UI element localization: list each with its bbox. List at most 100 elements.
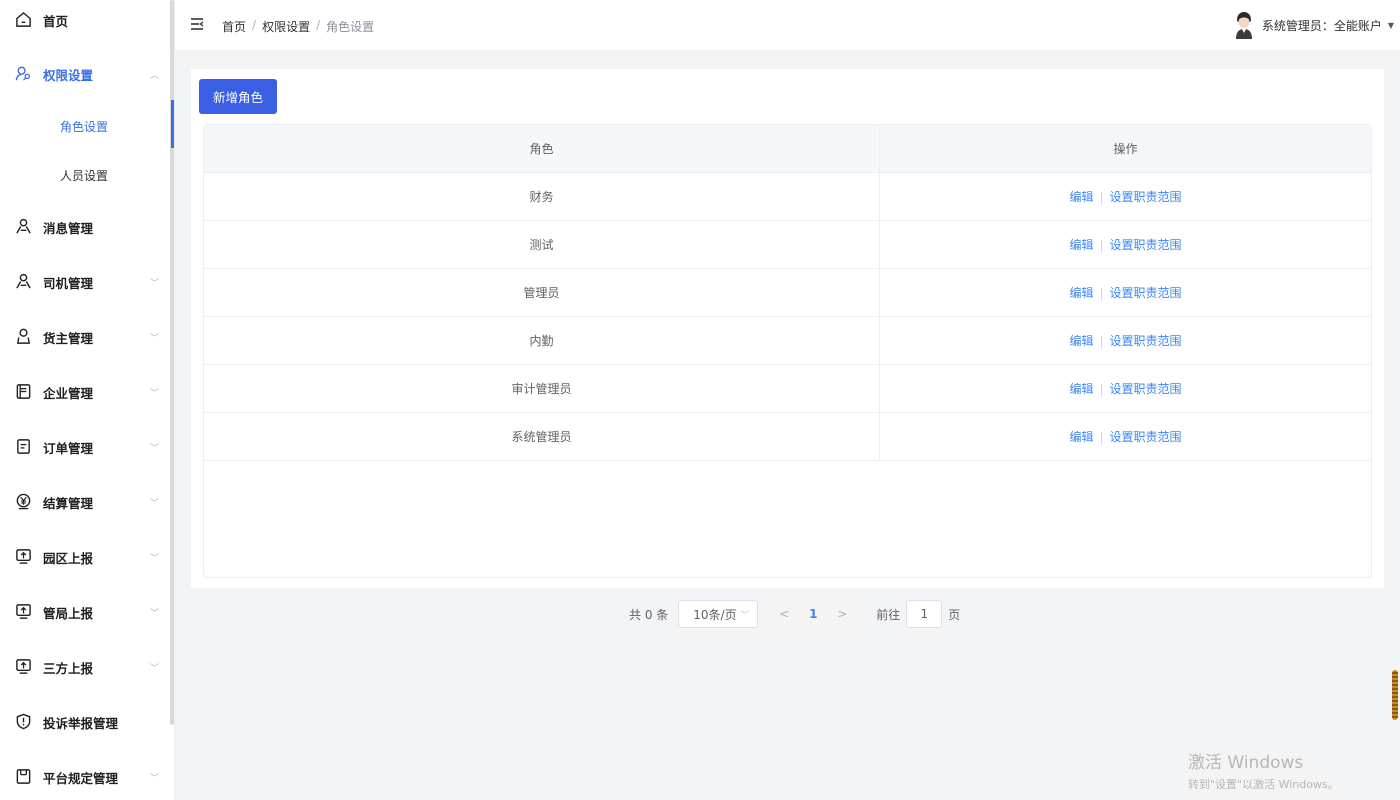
home-icon: [14, 10, 32, 28]
sidebar-item-label: 平台规定管理: [43, 770, 119, 786]
sidebar-item-settlement[interactable]: 结算管理 ﹀: [0, 482, 170, 522]
edit-link[interactable]: 编辑: [1069, 332, 1093, 349]
building-icon: [14, 382, 32, 400]
actions-cell: 编辑 | 设置职责范围: [880, 413, 1371, 460]
role-name-cell: 审计管理员: [204, 365, 880, 412]
edit-link[interactable]: 编辑: [1069, 236, 1093, 253]
pagination: 共 0 条 10条/页 ﹀ < 1 > 前往 页: [629, 600, 960, 628]
edit-link[interactable]: 编辑: [1069, 188, 1093, 205]
actions-cell: 编辑 | 设置职责范围: [880, 365, 1371, 412]
sidebar-item-messages[interactable]: 消息管理: [0, 207, 170, 247]
chevron-down-icon: ﹀: [150, 773, 160, 784]
breadcrumb-separator: /: [252, 18, 257, 32]
sidebar-subitem-label: 角色设置: [60, 120, 109, 134]
goto-page-input[interactable]: [906, 600, 943, 628]
users-icon: [14, 217, 32, 235]
chevron-down-icon: ﹀: [150, 278, 160, 289]
sidebar-item-shippers[interactable]: 货主管理 ﹀: [0, 317, 170, 357]
sidebar-item-drivers[interactable]: 司机管理 ﹀: [0, 262, 170, 302]
chevron-down-icon: ﹀: [150, 498, 160, 509]
sidebar-item-label: 消息管理: [43, 220, 94, 236]
sidebar-item-home[interactable]: 首页: [0, 0, 170, 40]
sidebar-item-permissions[interactable]: 权限设置 ︿: [0, 54, 170, 94]
sidebar-item-enterprise[interactable]: 企业管理 ﹀: [0, 372, 170, 412]
breadcrumb-permissions[interactable]: 权限设置: [262, 18, 310, 35]
chevron-down-icon: ﹀: [740, 610, 750, 621]
user-key-icon: [14, 64, 32, 82]
action-separator: |: [1099, 381, 1104, 396]
menu-toggle-icon[interactable]: [190, 17, 204, 31]
table-header-row: 角色 操作: [204, 125, 1371, 173]
sidebar-item-label: 货主管理: [43, 330, 94, 346]
role-name-cell: 财务: [204, 173, 880, 220]
page-size-select[interactable]: 10条/页 ﹀: [678, 600, 759, 628]
chevron-down-icon: ﹀: [150, 553, 160, 564]
roles-table: 角色 操作 财务 编辑 | 设置职责范围 测试 编辑 | 设置职责范围 管理员 …: [203, 124, 1372, 578]
next-page-button[interactable]: >: [828, 600, 857, 628]
sidebar-item-platform-rules[interactable]: 平台规定管理 ﹀: [0, 757, 170, 797]
user-menu[interactable]: 系统管理员：全能账户 ▼: [1233, 11, 1394, 39]
upload-icon: [14, 547, 32, 565]
set-scope-link[interactable]: 设置职责范围: [1110, 236, 1182, 253]
action-separator: |: [1099, 237, 1104, 252]
sidebar-item-label: 园区上报: [43, 550, 94, 566]
set-scope-link[interactable]: 设置职责范围: [1110, 428, 1182, 445]
sidebar-item-third-party-report[interactable]: 三方上报 ﹀: [0, 647, 170, 687]
sidebar-subitem-staff[interactable]: 人员设置: [0, 155, 170, 195]
add-role-button[interactable]: 新增角色: [199, 79, 277, 114]
sidebar-item-bureau-report[interactable]: 管局上报 ﹀: [0, 592, 170, 632]
role-name-cell: 系统管理员: [204, 413, 880, 460]
chevron-down-icon: ﹀: [150, 388, 160, 399]
set-scope-link[interactable]: 设置职责范围: [1110, 188, 1182, 205]
action-separator: |: [1099, 429, 1104, 444]
document-icon: [14, 437, 32, 455]
table-row: 管理员 编辑 | 设置职责范围: [204, 269, 1371, 317]
column-header-role: 角色: [204, 125, 880, 172]
page-label: 页: [948, 607, 961, 622]
page-size-value: 10条/页: [693, 607, 737, 622]
column-header-actions: 操作: [1113, 142, 1138, 156]
breadcrumb: 首页 / 权限设置 / 角色设置: [222, 18, 374, 35]
table-row: 内勤 编辑 | 设置职责范围: [204, 317, 1371, 365]
sidebar-item-complaints[interactable]: 投诉举报管理: [0, 702, 170, 742]
actions-cell: 编辑 | 设置职责范围: [880, 221, 1371, 268]
shield-icon: [14, 712, 32, 730]
yen-icon: [14, 492, 32, 510]
sidebar-subitem-label: 人员设置: [60, 169, 109, 183]
avatar: [1233, 11, 1255, 39]
sidebar-subitem-roles[interactable]: 角色设置: [0, 106, 170, 146]
sidebar-item-label: 司机管理: [43, 275, 94, 291]
window-scrollbar[interactable]: [1392, 670, 1398, 720]
breadcrumb-home[interactable]: 首页: [222, 18, 246, 35]
edit-link[interactable]: 编辑: [1069, 380, 1093, 397]
set-scope-link[interactable]: 设置职责范围: [1110, 332, 1182, 349]
windows-activation-watermark: 激活 Windows 转到"设置"以激活 Windows。: [1188, 748, 1339, 792]
users-icon: [14, 272, 32, 290]
upload-icon: [14, 657, 32, 675]
actions-cell: 编辑 | 设置职责范围: [880, 173, 1371, 220]
sidebar-item-label: 投诉举报管理: [43, 715, 119, 731]
sidebar-item-label: 订单管理: [43, 440, 94, 456]
sidebar-item-park-report[interactable]: 园区上报 ﹀: [0, 537, 170, 577]
edit-link[interactable]: 编辑: [1069, 428, 1093, 445]
chevron-down-icon: ﹀: [150, 663, 160, 674]
main-card: 新增角色 角色 操作 财务 编辑 | 设置职责范围 测试 编辑 | 设置职责范围…: [191, 69, 1384, 588]
chevron-up-icon: ︿: [150, 70, 160, 81]
set-scope-link[interactable]: 设置职责范围: [1110, 284, 1182, 301]
total-count: 共 0 条: [629, 607, 669, 622]
prev-page-button[interactable]: <: [770, 600, 799, 628]
actions-cell: 编辑 | 设置职责范围: [880, 317, 1371, 364]
watermark-title: 激活 Windows: [1188, 753, 1304, 773]
top-header: 首页 / 权限设置 / 角色设置 系统管理员：全能账户 ▼: [175, 0, 1400, 50]
rules-icon: [14, 767, 32, 785]
edit-link[interactable]: 编辑: [1069, 284, 1093, 301]
breadcrumb-separator: /: [316, 18, 321, 32]
upload-icon: [14, 602, 32, 620]
sidebar-item-label: 结算管理: [43, 495, 94, 511]
page-number-current[interactable]: 1: [798, 600, 829, 628]
role-name-cell: 内勤: [204, 317, 880, 364]
chevron-down-icon: ﹀: [150, 333, 160, 344]
sidebar-item-orders[interactable]: 订单管理 ﹀: [0, 427, 170, 467]
set-scope-link[interactable]: 设置职责范围: [1110, 380, 1182, 397]
goto-label: 前往: [876, 607, 901, 622]
